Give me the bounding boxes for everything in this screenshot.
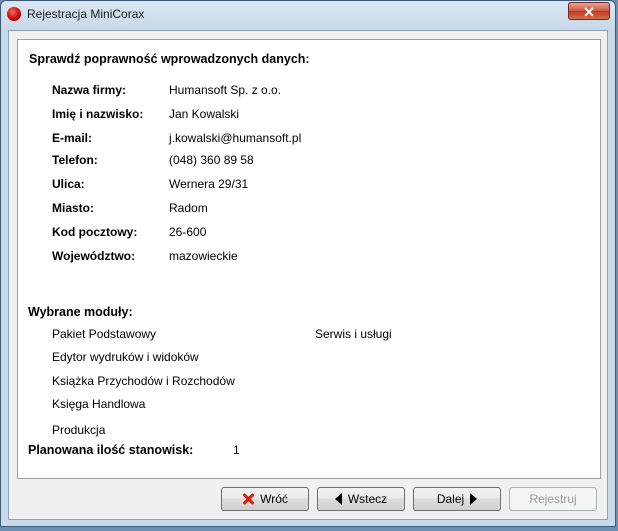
- summary-heading: Sprawdź poprawność wprowadzonych danych:: [29, 52, 310, 66]
- field-label-phone: Telefon:: [52, 153, 98, 167]
- registration-window: Rejestracja MiniCorax ✕ Sprawdź poprawno…: [0, 0, 616, 527]
- field-label-voivodeship: Województwo:: [52, 249, 136, 263]
- field-value-city: Radom: [169, 201, 208, 215]
- next-button-label: Dalej: [436, 492, 465, 506]
- field-value-postal-code: 26-600: [169, 225, 207, 239]
- module-item: Książka Przychodów i Rozchodów: [52, 374, 235, 388]
- back-button[interactable]: Wstecz: [317, 487, 405, 511]
- arrow-right-icon: [470, 493, 478, 505]
- arrow-left-icon: [334, 493, 342, 505]
- window-title: Rejestracja MiniCorax: [27, 7, 145, 21]
- close-button-label: Wróć: [260, 492, 288, 506]
- module-item: Księga Handlowa: [52, 397, 146, 411]
- field-label-company: Nazwa firmy:: [52, 83, 127, 97]
- field-label-street: Ulica:: [52, 177, 85, 191]
- field-value-street: Wernera 29/31: [169, 177, 249, 191]
- field-value-voivodeship: mazowieckie: [169, 249, 238, 263]
- modules-heading: Wybrane moduły:: [28, 305, 133, 319]
- module-item: Pakiet Podstawowy: [52, 327, 157, 341]
- title-bar[interactable]: Rejestracja MiniCorax ✕: [1, 1, 615, 27]
- field-label-name: Imię i nazwisko:: [52, 107, 144, 121]
- field-value-phone: (048) 360 89 58: [169, 153, 254, 167]
- module-item: Serwis i usługi: [315, 327, 392, 341]
- stations-label: Planowana ilość stanowisk:: [28, 443, 194, 457]
- stations-value: 1: [233, 443, 240, 457]
- register-button[interactable]: Rejestruj: [509, 487, 597, 511]
- field-value-company: Humansoft Sp. z o.o.: [169, 83, 282, 97]
- field-label-postal-code: Kod pocztowy:: [52, 225, 138, 239]
- close-x-icon: [242, 493, 254, 505]
- register-button-label: Rejestruj: [529, 492, 577, 506]
- field-value-email: j.kowalski@humansoft.pl: [169, 131, 302, 145]
- field-label-city: Miasto:: [52, 201, 94, 215]
- back-button-label: Wstecz: [347, 492, 388, 506]
- app-icon: [7, 7, 21, 21]
- next-button[interactable]: Dalej: [413, 487, 501, 511]
- summary-panel: Sprawdź poprawność wprowadzonych danych:…: [17, 39, 601, 479]
- window-close-button[interactable]: ✕: [568, 2, 610, 20]
- module-item: Edytor wydruków i widoków: [52, 350, 199, 364]
- field-label-email: E-mail:: [52, 131, 93, 145]
- field-value-name: Jan Kowalski: [169, 107, 240, 121]
- close-button[interactable]: Wróć: [221, 487, 309, 511]
- module-item: Produkcja: [52, 423, 106, 437]
- dialog-body: Sprawdź poprawność wprowadzonych danych:…: [8, 30, 608, 520]
